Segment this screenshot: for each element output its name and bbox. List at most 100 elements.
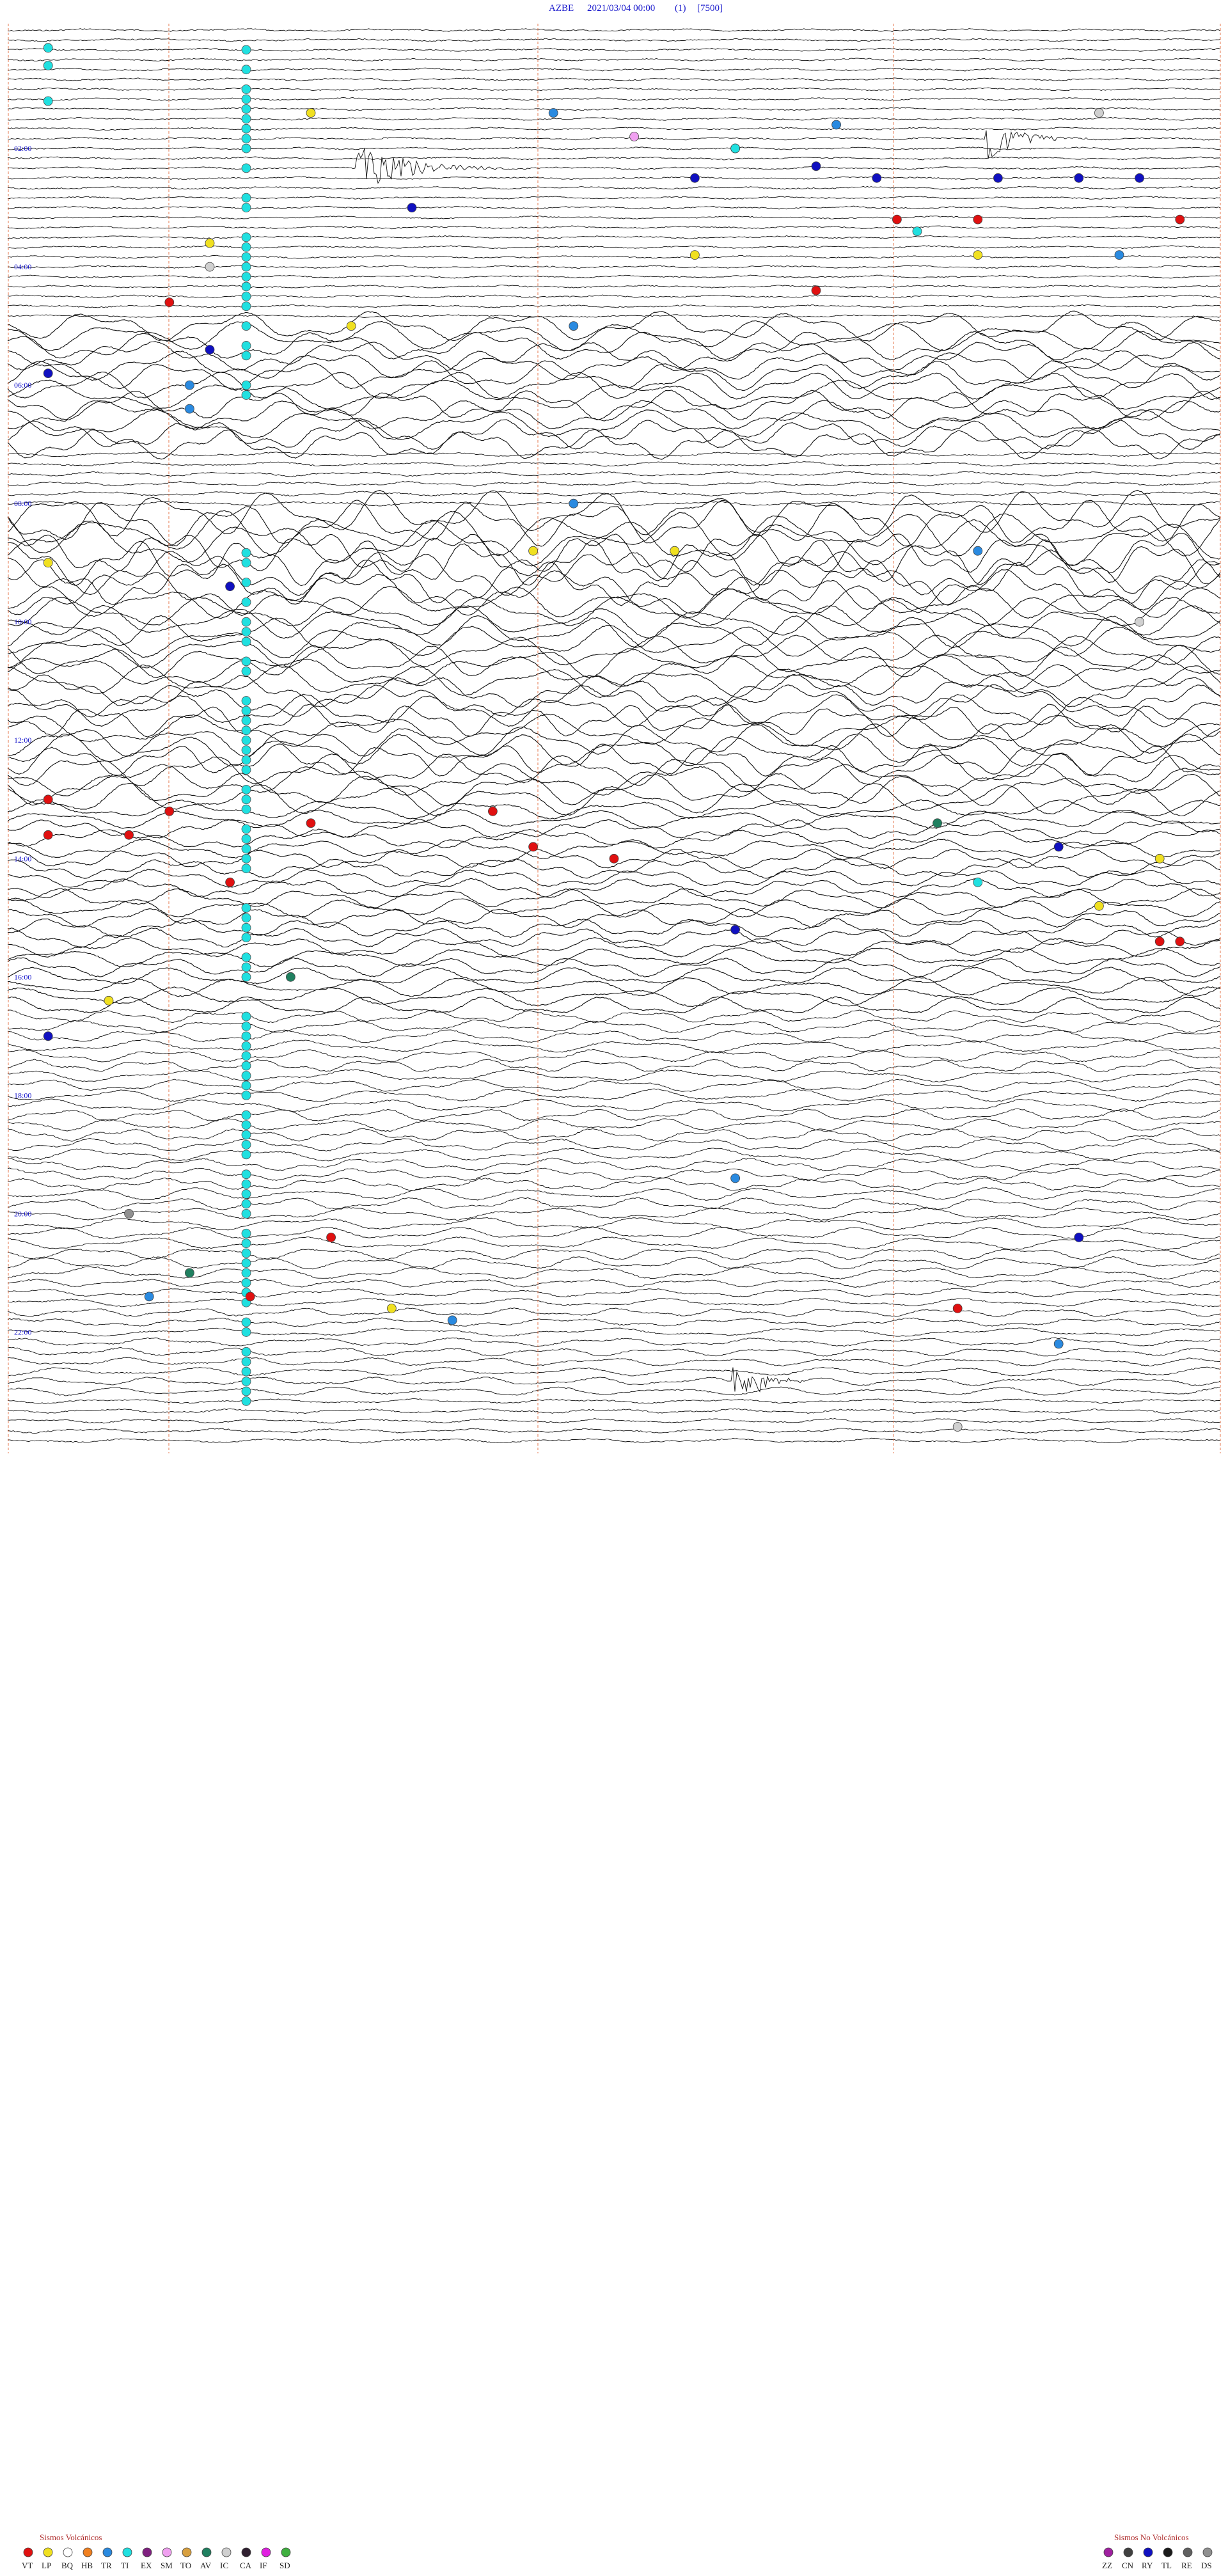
- event-marker: [225, 581, 235, 592]
- trace-row: [7, 957, 1221, 977]
- event-marker: [43, 43, 53, 53]
- trace-row: [7, 67, 1221, 72]
- event-marker: [447, 1315, 457, 1325]
- ti-marker: [241, 1248, 251, 1258]
- trace-row: [7, 644, 1221, 679]
- trace-row: [7, 1039, 1221, 1053]
- event-marker: [1154, 936, 1165, 947]
- trace-row: [7, 809, 1221, 830]
- ti-marker: [241, 864, 251, 874]
- trace-row: [7, 1236, 1221, 1251]
- ti-marker: [241, 252, 251, 262]
- legend-marker: [83, 2547, 93, 2557]
- ti-marker: [241, 380, 251, 390]
- ti-marker: [241, 1041, 251, 1051]
- helicorder-chart: 02:00 04:00 06:00 08:00 10:00 12:00 14:00 16:00…: [7, 3, 1221, 2570]
- event-marker: [952, 1422, 963, 1432]
- event-marker: [326, 1233, 336, 1242]
- trace-row: [7, 1138, 1221, 1152]
- trace-row: [7, 1367, 1221, 1393]
- ti-marker: [241, 1317, 251, 1327]
- ti-marker: [241, 1277, 251, 1288]
- hour-label: 20:00: [14, 1209, 31, 1218]
- event-marker: [306, 818, 316, 828]
- trace-row: [7, 205, 1221, 210]
- trace-row: [7, 216, 1221, 219]
- trace-row: [7, 674, 1221, 707]
- ti-marker: [241, 794, 251, 805]
- legend-marker: [102, 2547, 113, 2557]
- ti-marker: [241, 163, 251, 173]
- trace-row: [7, 878, 1221, 899]
- trace-row: [7, 235, 1221, 239]
- trace-row: [7, 116, 1221, 121]
- trace-row: [7, 819, 1221, 839]
- trace-row: [7, 47, 1221, 52]
- legend-marker: [1202, 2547, 1213, 2557]
- legend-code: ZZ: [1102, 2561, 1112, 2570]
- event-marker: [306, 108, 316, 118]
- header-scale: [7500]: [697, 3, 723, 13]
- ti-marker: [241, 1199, 251, 1209]
- trace-row: [7, 1226, 1221, 1240]
- ti-marker: [241, 853, 251, 864]
- trace-row: [7, 947, 1221, 968]
- trace-row: [7, 350, 1221, 381]
- trace-row: [7, 225, 1221, 230]
- legend-code: RY: [1142, 2561, 1153, 2570]
- trace-row: [7, 869, 1221, 888]
- legend-marker: [1103, 2547, 1114, 2557]
- ti-marker: [241, 341, 251, 351]
- legend-code: AV: [200, 2561, 212, 2570]
- event-marker: [43, 61, 53, 70]
- event-marker: [43, 558, 53, 568]
- legend-marker: [142, 2547, 152, 2557]
- ti-marker: [241, 45, 251, 55]
- trace-row: [7, 510, 1221, 557]
- ti-marker: [241, 1031, 251, 1041]
- ti-marker: [241, 1179, 251, 1189]
- trace-row: [7, 908, 1221, 928]
- ti-marker: [241, 1071, 251, 1080]
- trace-row: [7, 1098, 1221, 1112]
- trace-row: [7, 828, 1221, 849]
- hour-label: 02:00: [14, 144, 31, 153]
- ti-marker: [241, 903, 251, 913]
- trace-row: [7, 87, 1221, 91]
- event-marker: [164, 297, 175, 308]
- event-marker: [1135, 617, 1144, 627]
- ti-marker: [241, 696, 251, 706]
- header-channel: (1): [675, 3, 686, 13]
- ti-marker: [241, 301, 251, 312]
- ti-marker: [241, 281, 251, 292]
- legend-marker: [201, 2547, 212, 2557]
- trace-row: [7, 1386, 1220, 1396]
- trace-row: [7, 1079, 1221, 1093]
- ti-marker: [241, 1169, 251, 1180]
- ti-marker: [241, 1327, 251, 1337]
- trace-row: [7, 996, 1221, 1014]
- ti-marker: [241, 666, 251, 676]
- event-marker: [892, 214, 902, 225]
- header-station: AZBE: [549, 3, 574, 13]
- trace-row: [7, 1019, 1221, 1033]
- legend-code: LP: [42, 2561, 51, 2570]
- ti-marker: [241, 1022, 251, 1031]
- trace-row: [7, 196, 1221, 200]
- trace-row: [7, 704, 1221, 738]
- hour-label: 18:00: [14, 1091, 31, 1100]
- ti-marker: [241, 1011, 251, 1022]
- ti-marker: [241, 1150, 251, 1160]
- trace-row: [7, 1167, 1221, 1181]
- event-marker: [124, 830, 134, 840]
- trace-row: [8, 409, 1221, 441]
- legend-marker: [241, 2547, 251, 2557]
- ti-marker: [241, 65, 251, 75]
- trace-row: [7, 782, 1221, 817]
- trace-row: [7, 654, 1221, 688]
- trace-row: [7, 1068, 1221, 1082]
- ti-marker: [241, 1377, 251, 1386]
- event-marker: [730, 924, 740, 935]
- ti-marker: [241, 824, 251, 834]
- legend-code: VT: [22, 2561, 33, 2570]
